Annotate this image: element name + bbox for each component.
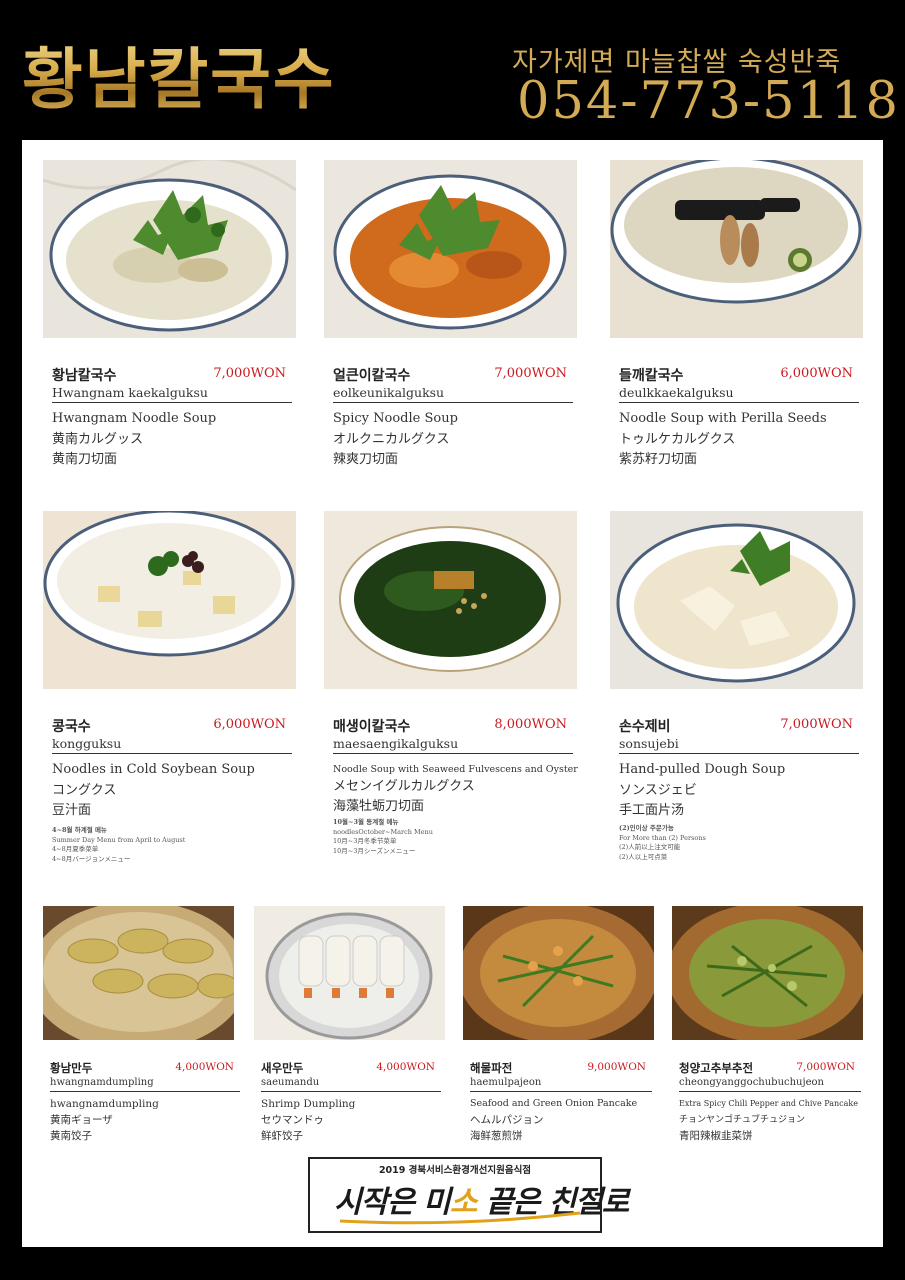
photo-saeu-mandu	[254, 906, 445, 1040]
divider	[52, 753, 292, 754]
item-description: Seafood and Green Onion Pancake ヘムルパジョン …	[470, 1098, 638, 1142]
item-name: 청양고추부추전	[679, 1061, 754, 1075]
item-romanization: cheongyanggochubuchujeon	[679, 1077, 824, 1088]
badge-caption: 2019 경북서비스환경개선지원음식점	[378, 1165, 532, 1176]
item-description: Extra Spicy Chili Pepper and Chive Panca…	[679, 1099, 858, 1142]
item-name: 얼큰이칼국수	[333, 368, 411, 384]
item-romanization: hwangnamdumpling	[50, 1077, 154, 1088]
menu-item: 황남만두 4,000WON hwangnamdumpling hwangnamd…	[50, 1060, 240, 1150]
menu-item: 손수제비 7,000WON sonsujebi Hand-pulled Doug…	[619, 716, 859, 866]
item-description: Spicy Noodle Soup オルクニカルグクス 辣爽刀切面	[333, 411, 458, 467]
item-name: 매생이칼국수	[333, 719, 411, 735]
item-price: 7,000WON	[494, 366, 567, 381]
item-name: 손수제비	[619, 719, 671, 735]
item-name: 새우만두	[261, 1061, 304, 1075]
brand-title: 황남칼국수	[22, 26, 336, 122]
order-note: (2)인이상 주문가능 For More than (2) Persons (2…	[619, 824, 706, 861]
divider	[619, 753, 859, 754]
photo-deulkkae-kalguksu	[610, 160, 863, 338]
photo-sonsujebi	[610, 511, 863, 689]
item-description: Hwangnam Noodle Soup 黄南カルグッス 黄南刀切面	[52, 411, 217, 467]
menu-item: 매생이칼국수 8,000WON maesaengikalguksu Noodle…	[333, 716, 578, 866]
item-price: 4,000WON	[376, 1061, 435, 1073]
item-romanization: kongguksu	[52, 736, 122, 751]
seasonal-note: 10월~3월 동계절 메뉴 noodlesOctober~March Menu …	[333, 818, 433, 855]
item-name: 들깨칼국수	[619, 368, 684, 384]
divider	[619, 402, 859, 403]
item-price: 7,000WON	[780, 717, 853, 732]
item-description: Noodles in Cold Soybean Soup コングクス 豆汁面	[52, 762, 255, 818]
item-romanization: Hwangnam kaekalguksu	[52, 385, 208, 400]
menu-item: 황남칼국수 7,000WON Hwangnam kaekalguksu Hwan…	[52, 365, 292, 485]
service-award-badge: 2019 경북서비스환경개선지원음식점 시작은 미소 끝은 친절로	[308, 1157, 629, 1233]
photo-hwangnam-kalguksu	[43, 160, 296, 338]
item-romanization: eolkeunikalguksu	[333, 385, 445, 400]
item-name: 해물파전	[470, 1061, 513, 1075]
phone-number[interactable]: 054-773-5118	[517, 72, 900, 131]
item-price: 9,000WON	[587, 1061, 646, 1073]
menu-item: 들깨칼국수 6,000WON deulkkaekalguksu Noodle S…	[619, 365, 859, 485]
seasonal-note: 4~8월 하계절 메뉴 Summer Day Menu from April t…	[52, 826, 186, 863]
photo-haemul-pajeon	[463, 906, 654, 1040]
photo-kongguksu	[43, 511, 296, 689]
item-description: Noodle Soup with Seaweed Fulvescens and …	[333, 764, 578, 814]
photo-hwangnam-dumpling	[43, 906, 234, 1040]
divider	[679, 1091, 861, 1092]
item-romanization: sonsujebi	[619, 736, 679, 751]
item-name: 황남만두	[50, 1061, 93, 1075]
divider	[333, 753, 573, 754]
item-name: 콩국수	[52, 719, 91, 735]
item-price: 6,000WON	[780, 366, 853, 381]
divider	[470, 1091, 652, 1092]
menu-item: 새우만두 4,000WON saeumandu Shrimp Dumpling …	[261, 1060, 441, 1150]
menu-item: 얼큰이칼국수 7,000WON eolkeunikalguksu Spicy N…	[333, 365, 573, 485]
item-romanization: saeumandu	[261, 1077, 320, 1088]
item-description: Shrimp Dumpling セウマンドゥ 鲜虾饺子	[261, 1098, 356, 1142]
item-price: 6,000WON	[213, 717, 286, 732]
divider	[52, 402, 292, 403]
menu-item: 해물파전 9,000WON haemulpajeon Seafood and G…	[470, 1060, 652, 1150]
item-price: 7,000WON	[796, 1061, 855, 1073]
photo-eolkeuni-kalguksu	[324, 160, 577, 338]
item-price: 7,000WON	[213, 366, 286, 381]
item-romanization: deulkkaekalguksu	[619, 385, 734, 400]
item-description: hwangnamdumpling 黄南ギョーザ 黄南饺子	[50, 1098, 159, 1142]
divider	[50, 1091, 240, 1092]
item-name: 황남칼국수	[52, 368, 117, 384]
item-romanization: haemulpajeon	[470, 1077, 542, 1088]
divider	[261, 1091, 441, 1092]
item-price: 4,000WON	[175, 1061, 234, 1073]
photo-maesaengi-kalguksu	[324, 511, 577, 689]
photo-cheongyang-buchujeon	[672, 906, 863, 1040]
menu-item: 청양고추부추전 7,000WON cheongyanggochubuchujeo…	[679, 1060, 861, 1150]
swoosh-decoration	[340, 1211, 580, 1225]
divider	[333, 402, 573, 403]
header: 황남칼국수 자가제면 마늘찹쌀 숙성반죽 054-773-5118	[0, 0, 905, 140]
item-price: 8,000WON	[494, 717, 567, 732]
item-description: Noodle Soup with Perilla Seeds トゥルケカルグクス…	[619, 411, 827, 467]
menu-item: 콩국수 6,000WON kongguksu Noodles in Cold S…	[52, 716, 292, 866]
item-romanization: maesaengikalguksu	[333, 736, 459, 751]
item-description: Hand-pulled Dough Soup ソンスジェビ 手工面片汤	[619, 762, 786, 818]
